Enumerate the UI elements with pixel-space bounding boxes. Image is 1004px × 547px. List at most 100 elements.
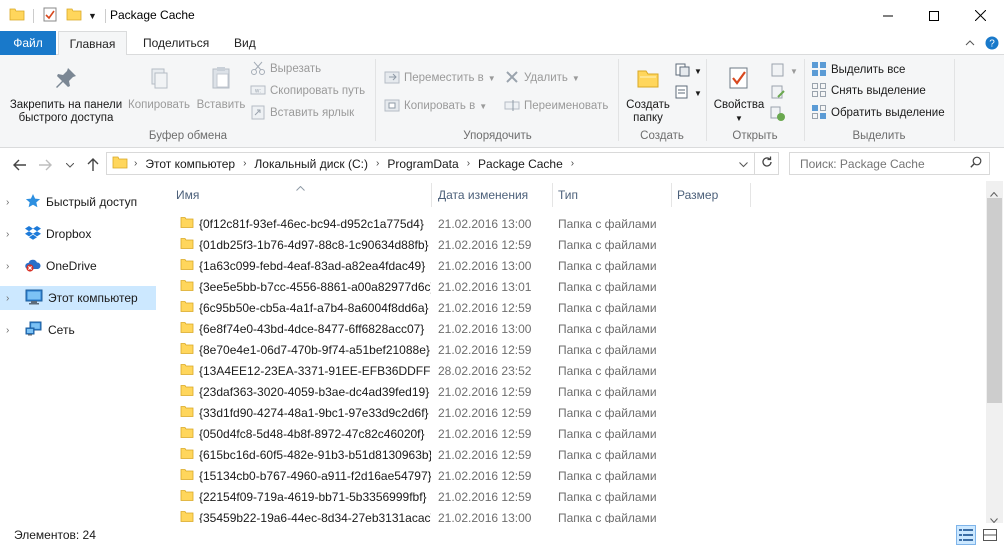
vertical-scrollbar[interactable] (986, 181, 1003, 524)
tab-home[interactable]: Главная (58, 31, 127, 56)
address-bar[interactable]: › Этот компьютер › Локальный диск (C:) ›… (106, 152, 779, 175)
details-view-button[interactable] (956, 525, 976, 545)
nav-item-label: Dropbox (46, 227, 92, 241)
large-icons-view-button[interactable] (980, 525, 1000, 545)
maximize-button[interactable] (911, 0, 957, 31)
folder-icon (112, 154, 128, 173)
expand-chevron-icon[interactable]: › (6, 293, 20, 304)
breadcrumb-programdata[interactable]: ProgramData (387, 157, 458, 171)
file-row[interactable]: {6e8f74e0-43bd-4dce-8477-6ff6828acc07} 21… (171, 318, 986, 339)
file-row[interactable]: {6c95b50e-cb5a-4a1f-a7b4-8a6004f8dd6a} 21… (171, 297, 986, 318)
paste-button[interactable]: Вставить (192, 65, 250, 112)
file-name-cell: {33d1fd90-4274-48a1-9bc1-97e33d9c2d6f} (171, 404, 431, 421)
file-row[interactable]: {15134cb0-b767-4960-a911-f2d16ae54797} 21… (171, 465, 986, 486)
nav-item-onedrive[interactable]: › OneDrive (0, 254, 156, 278)
history-button[interactable] (770, 105, 790, 125)
nav-item-quick-access[interactable]: › Быстрый доступ (0, 190, 156, 214)
new-item-button[interactable]: ▼ (674, 61, 702, 81)
file-row[interactable]: {050d4fc8-5d48-4b8f-8972-47c82c46020f} 21… (171, 423, 986, 444)
forward-button[interactable] (36, 156, 54, 174)
open-button[interactable]: ▼ (770, 61, 798, 81)
back-button[interactable] (11, 156, 29, 174)
properties-icon[interactable] (42, 6, 58, 25)
nav-item-label: Сеть (48, 323, 75, 337)
details-view-icon (959, 529, 973, 541)
breadcrumb-package-cache[interactable]: Package Cache (478, 157, 563, 171)
file-row[interactable]: {0f12c81f-93ef-46ec-bc94-d952c1a775d4} 21… (171, 213, 986, 234)
breadcrumb-separator-icon[interactable]: › (467, 158, 470, 169)
address-history-icon[interactable] (739, 157, 748, 171)
edit-button[interactable] (770, 83, 790, 103)
column-header-name[interactable]: Имя (171, 183, 432, 207)
minimize-button[interactable] (865, 0, 911, 31)
breadcrumb-local-disk[interactable]: Локальный диск (C:) (254, 157, 368, 171)
search-icon[interactable] (970, 156, 982, 171)
expand-chevron-icon[interactable]: › (6, 325, 20, 336)
quick-access-toolbar: ▼ (9, 6, 106, 25)
copy-button[interactable]: Копировать (126, 65, 192, 112)
new-folder-button[interactable]: Создать папку (622, 65, 674, 125)
expand-chevron-icon[interactable]: › (6, 197, 20, 208)
properties-button[interactable]: Свойства ▼ (710, 65, 768, 125)
help-icon[interactable]: ? (984, 35, 1000, 51)
column-header-size[interactable]: Размер (672, 183, 751, 207)
new-folder-icon[interactable] (66, 6, 82, 25)
expand-chevron-icon[interactable]: › (6, 261, 20, 272)
breadcrumb-separator-icon[interactable]: › (571, 158, 574, 169)
column-header-date[interactable]: Дата изменения (433, 183, 553, 207)
file-row[interactable]: {01db25f3-1b76-4d97-88c8-1c90634d88fb} 21… (171, 234, 986, 255)
file-row[interactable]: {22154f09-719a-4619-bb71-5b3356999fbf} 21… (171, 486, 986, 507)
breadcrumb-this-pc[interactable]: Этот компьютер (145, 157, 235, 171)
file-row[interactable]: {3ee5e5bb-b7cc-4556-8861-a00a82977d6c} 21… (171, 276, 986, 297)
scissors-icon (250, 60, 266, 79)
pin-quick-access-button[interactable]: Закрепить на панели быстрого доступа (6, 65, 126, 125)
tab-file[interactable]: Файл (0, 31, 56, 55)
file-name: {13A4EE12-23EA-3371-91EE-EFB36DDFFF… (199, 363, 431, 378)
breadcrumb-separator-icon[interactable]: › (376, 158, 379, 169)
file-name: {23daf363-3020-4059-b3ae-dc4ad39fed19} (199, 384, 430, 399)
easy-access-button[interactable]: ▼ (674, 83, 702, 103)
copy-to-button[interactable]: Копировать в ▼ (384, 96, 487, 116)
scrollbar-thumb[interactable] (987, 198, 1002, 403)
cut-button[interactable]: Вырезать (250, 59, 321, 79)
tab-view[interactable]: Вид (222, 31, 268, 55)
customize-qa-icon[interactable]: ▼ (88, 11, 97, 21)
file-name: {3ee5e5bb-b7cc-4556-8861-a00a82977d6c} (199, 279, 431, 294)
expand-chevron-icon[interactable]: › (6, 229, 20, 240)
file-date: 21.02.2016 13:00 (438, 321, 532, 336)
file-row[interactable]: {8e70e4e1-06d7-470b-9f74-a51bef21088e} 21… (171, 339, 986, 360)
file-row[interactable]: {23daf363-3020-4059-b3ae-dc4ad39fed19} 21… (171, 381, 986, 402)
close-button[interactable] (957, 0, 1003, 31)
nav-item-this-pc[interactable]: › Этот компьютер (0, 286, 156, 310)
paste-shortcut-button[interactable]: Вставить ярлык (250, 103, 354, 123)
copy-path-button[interactable]: w: Скопировать путь (250, 81, 365, 101)
file-row[interactable]: {33d1fd90-4274-48a1-9bc1-97e33d9c2d6f} 21… (171, 402, 986, 423)
breadcrumb-separator-icon[interactable]: › (243, 158, 246, 169)
rename-label: Переименовать (524, 100, 609, 112)
folder-icon[interactable] (9, 6, 25, 25)
file-row[interactable]: {1a63c099-febd-4eaf-83ad-a82ea4fdac49} 21… (171, 255, 986, 276)
select-none-button[interactable]: Снять выделение (811, 81, 926, 101)
delete-button[interactable]: Удалить ▼ (504, 68, 580, 88)
collapse-ribbon-icon[interactable] (962, 35, 978, 51)
search-box[interactable] (789, 152, 990, 175)
tab-share[interactable]: Поделиться (131, 31, 221, 55)
move-to-label: Переместить в (404, 72, 484, 84)
file-row[interactable]: {13A4EE12-23EA-3371-91EE-EFB36DDFFF… 28.0… (171, 360, 986, 381)
select-all-button[interactable]: Выделить все (811, 60, 905, 80)
column-header-type[interactable]: Тип (553, 183, 672, 207)
nav-item-dropbox[interactable]: › Dropbox (0, 222, 156, 246)
file-row[interactable]: {615bc16d-60f5-482e-91b3-b51d8130963b} 21… (171, 444, 986, 465)
copy-to-icon (384, 97, 400, 116)
folder-icon (180, 446, 194, 463)
breadcrumb-separator-icon[interactable]: › (134, 158, 137, 169)
search-input[interactable] (798, 155, 968, 172)
up-button[interactable] (84, 156, 102, 174)
invert-selection-button[interactable]: Обратить выделение (811, 103, 945, 123)
recent-locations-icon[interactable] (61, 156, 79, 174)
rename-button[interactable]: Переименовать (504, 96, 608, 116)
move-to-button[interactable]: Переместить в ▼ (384, 68, 496, 88)
nav-item-network[interactable]: › Сеть (0, 318, 156, 342)
folder-icon (180, 425, 194, 442)
refresh-icon[interactable] (761, 156, 773, 171)
